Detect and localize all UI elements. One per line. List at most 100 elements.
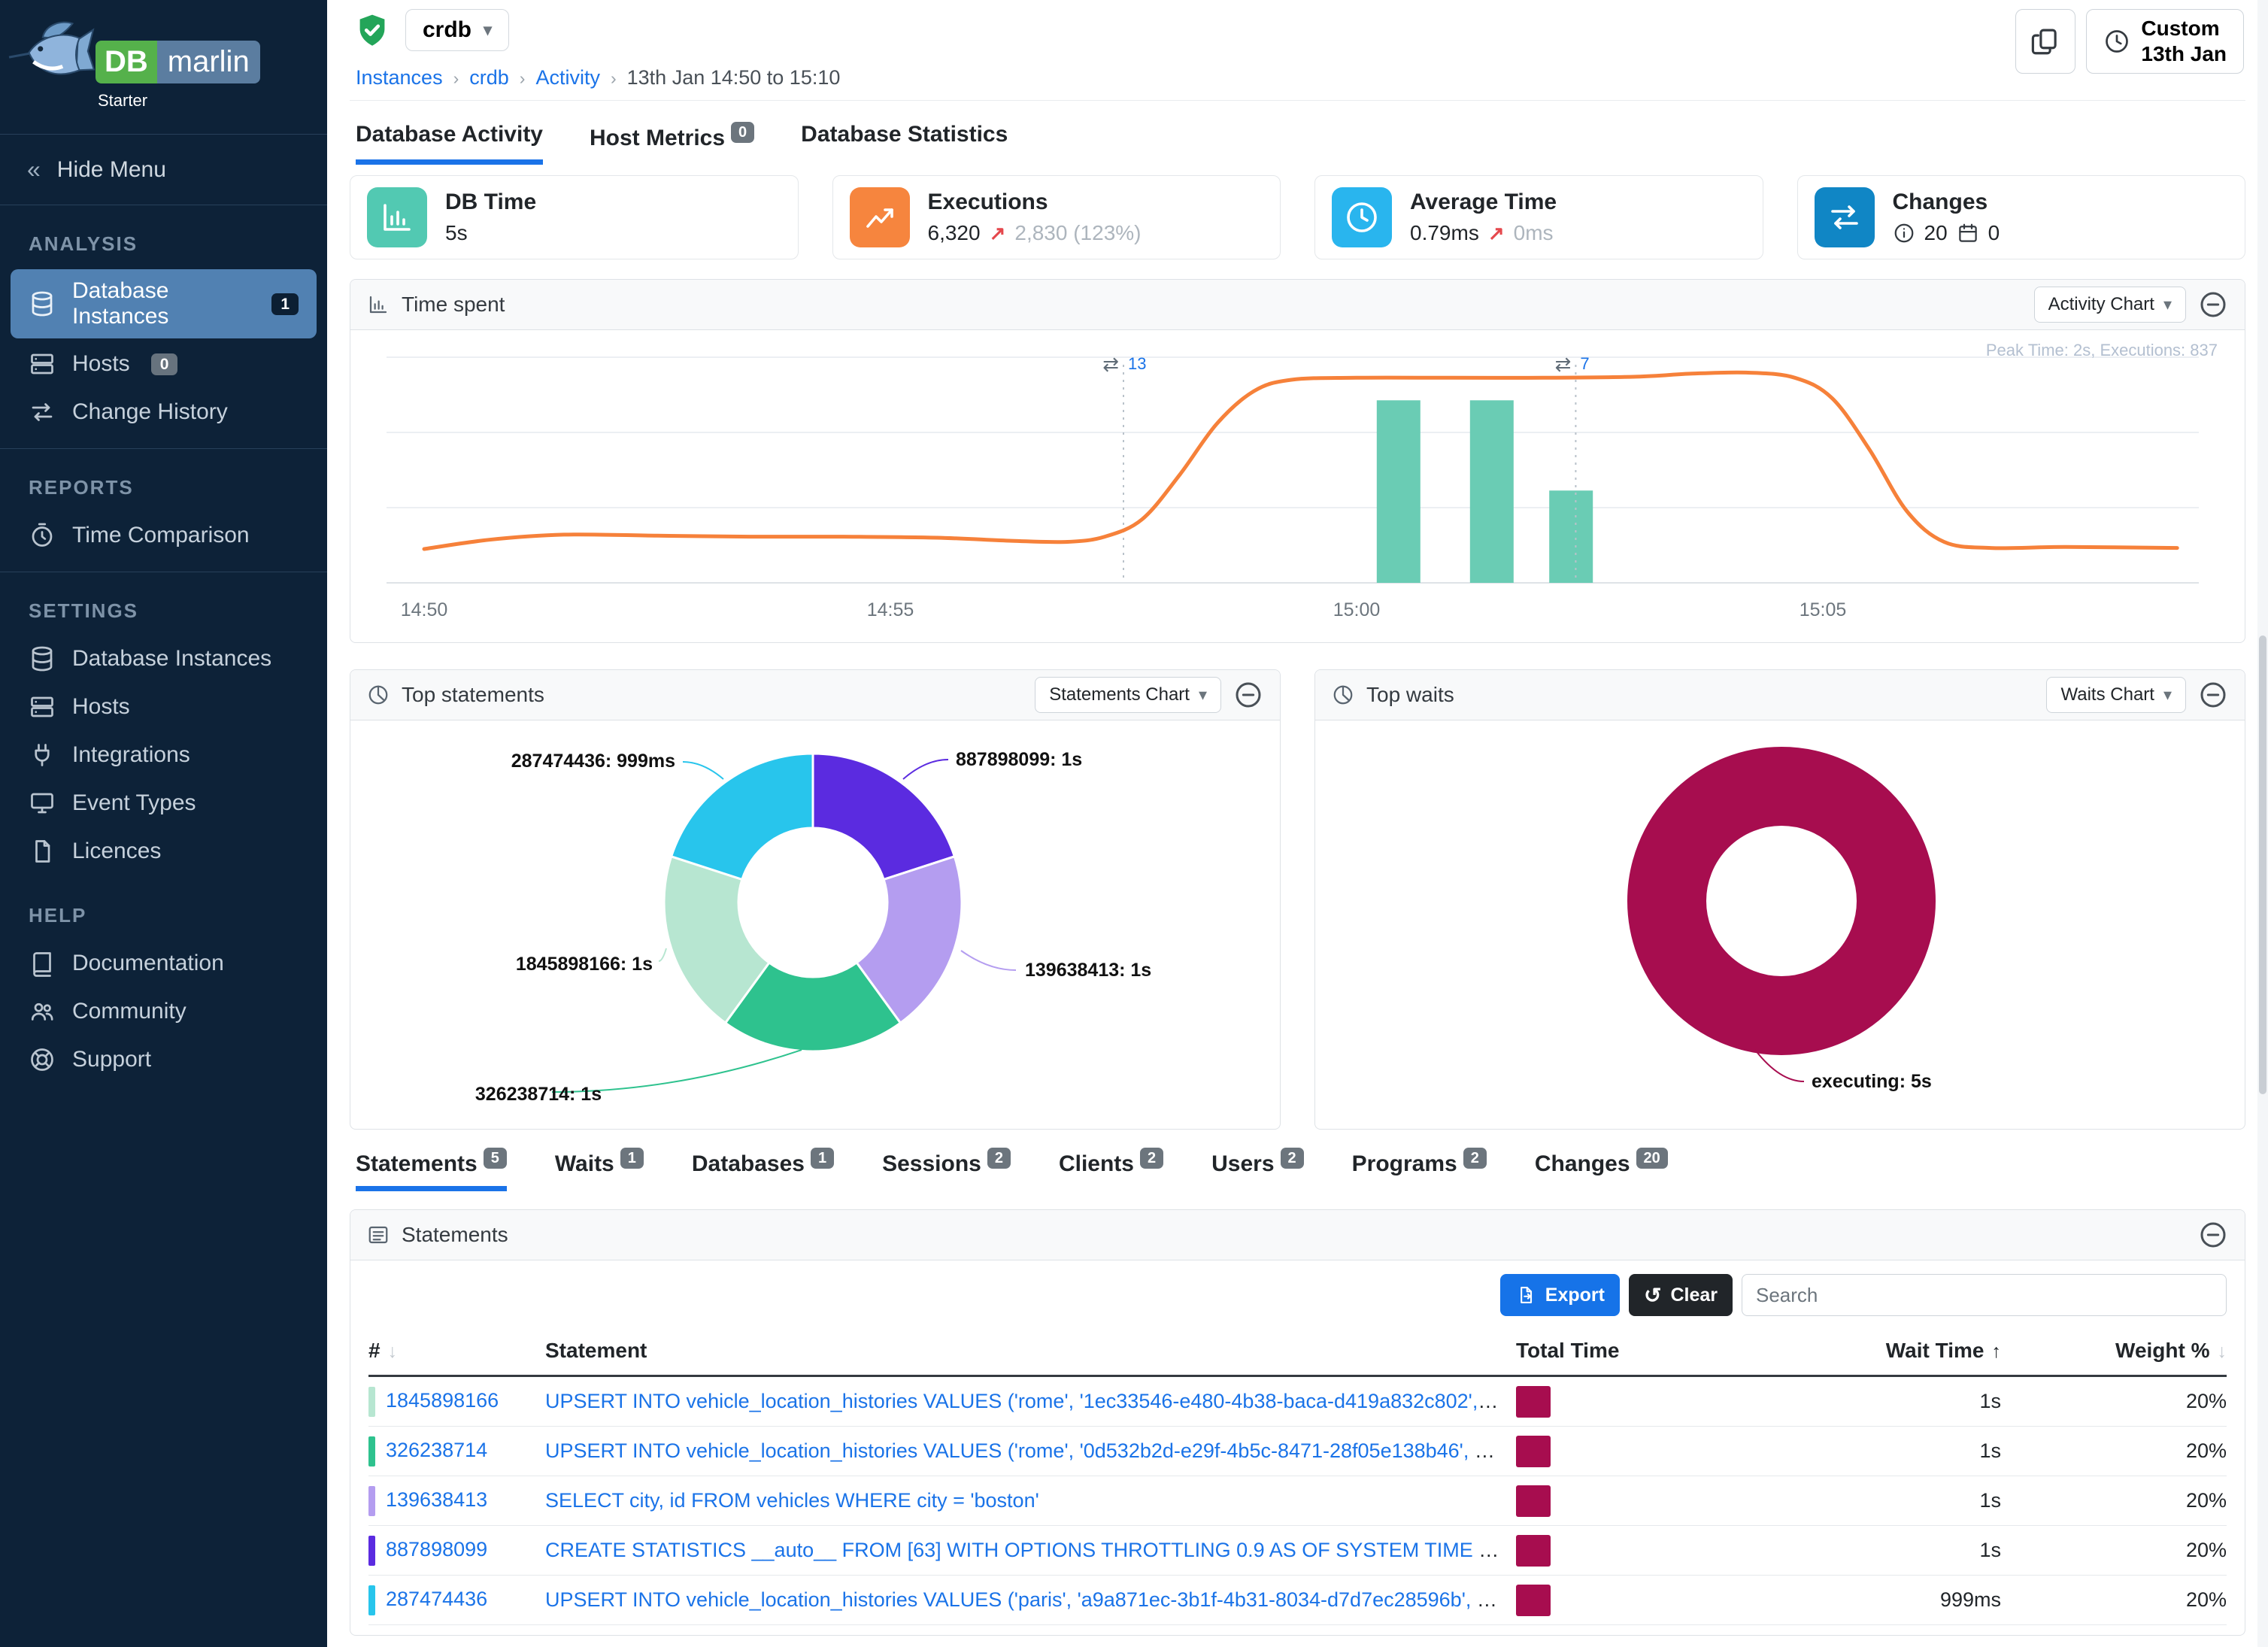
- kpi-main-value: 0.79ms: [1410, 221, 1479, 245]
- cell-weight: 20%: [2001, 1588, 2227, 1612]
- copy-link-button[interactable]: [2015, 9, 2075, 74]
- sidebar: DB marlin Starter « Hide Menu ANALYSISDa…: [0, 0, 327, 1647]
- kpi-value: 6,320↗2,830 (123%): [928, 221, 1142, 245]
- statement-id-link[interactable]: 326238714: [386, 1439, 487, 1461]
- top-waits-donut[interactable]: executing: 5s: [1315, 720, 2245, 1127]
- col-wait-time[interactable]: Wait Time↑: [1809, 1339, 2001, 1363]
- collapse-icon[interactable]: [2198, 1220, 2228, 1250]
- detail-tab-waits[interactable]: Waits1: [555, 1148, 644, 1191]
- sidebar-item-reports-time-comparison[interactable]: Time Comparison: [11, 513, 317, 558]
- search-input[interactable]: [1742, 1274, 2227, 1316]
- statements-table-title: Statements: [402, 1223, 508, 1247]
- kpi-changes: Changes200: [1797, 175, 2246, 259]
- sidebar-item-analysis-database-instances[interactable]: Database Instances1: [11, 269, 317, 338]
- statement-text-link[interactable]: CREATE STATISTICS __auto__ FROM [63] WIT…: [545, 1539, 1516, 1561]
- sidebar-item-label: Support: [72, 1047, 151, 1072]
- detail-tab-statements[interactable]: Statements5: [356, 1148, 507, 1191]
- bars-icon: [367, 187, 427, 247]
- waits-chart-dropdown[interactable]: Waits Chart ▾: [2046, 677, 2186, 713]
- kpi-title: DB Time: [445, 190, 536, 215]
- cell-wait-time: 1s: [1809, 1489, 2001, 1512]
- tab-database-activity[interactable]: Database Activity: [356, 122, 543, 165]
- sidebar-item-settings-licences[interactable]: Licences: [11, 829, 317, 874]
- detail-tab-changes[interactable]: Changes20: [1535, 1148, 1668, 1191]
- col-weight[interactable]: Weight %↓: [2001, 1339, 2227, 1363]
- scrollbar-thumb[interactable]: [2259, 635, 2266, 1094]
- trend-up-icon: ↗: [990, 222, 1006, 245]
- swap-icon: [29, 399, 56, 426]
- breadcrumb: Instances›crdb›Activity›13th Jan 14:50 t…: [356, 66, 840, 89]
- statement-color-chip: [368, 1585, 375, 1615]
- sidebar-item-label: Licences: [72, 839, 161, 864]
- instance-selector[interactable]: crdb ▾: [405, 9, 509, 51]
- breadcrumb-link-crdb[interactable]: crdb: [469, 66, 509, 89]
- breadcrumb-link-activity[interactable]: Activity: [535, 66, 600, 89]
- svg-text:15:00: 15:00: [1333, 599, 1381, 620]
- export-button[interactable]: Export: [1500, 1274, 1620, 1316]
- sidebar-item-analysis-change-history[interactable]: Change History: [11, 390, 317, 435]
- activity-chart-dropdown[interactable]: Activity Chart ▾: [2034, 287, 2186, 323]
- statement-id-link[interactable]: 139638413: [386, 1488, 487, 1511]
- time-spent-chart[interactable]: ⇄13⇄714:5014:5515:0015:05: [364, 335, 2214, 635]
- sort-icon: ↓: [2218, 1341, 2227, 1362]
- col-id[interactable]: #↓: [368, 1339, 545, 1363]
- sidebar-item-settings-hosts[interactable]: Hosts: [11, 684, 317, 729]
- statement-text-link[interactable]: UPSERT INTO vehicle_location_histories V…: [545, 1439, 1516, 1462]
- detail-tab-users[interactable]: Users2: [1211, 1148, 1304, 1191]
- tab-label: Host Metrics: [590, 126, 725, 150]
- hide-menu-label: Hide Menu: [57, 157, 166, 183]
- collapse-icon[interactable]: [2198, 680, 2228, 710]
- sidebar-item-help-documentation[interactable]: Documentation: [11, 941, 317, 986]
- total-time-bar: [1516, 1436, 1551, 1467]
- detail-tab-programs[interactable]: Programs2: [1352, 1148, 1487, 1191]
- detail-tab-badge: 2: [987, 1148, 1011, 1169]
- time-range-button[interactable]: Custom 13th Jan: [2086, 9, 2244, 74]
- breadcrumb-link-instances[interactable]: Instances: [356, 66, 443, 89]
- tab-badge: 0: [731, 122, 754, 143]
- sidebar-item-help-community[interactable]: Community: [11, 989, 317, 1034]
- bar-chart-icon: [367, 293, 390, 316]
- licence-icon: [29, 838, 56, 865]
- detail-tab-clients[interactable]: Clients2: [1059, 1148, 1163, 1191]
- edition-label: Starter: [98, 91, 147, 111]
- statement-id-link[interactable]: 287474436: [386, 1588, 487, 1610]
- hide-menu-button[interactable]: « Hide Menu: [0, 135, 327, 205]
- clear-button[interactable]: ↺ Clear: [1629, 1274, 1733, 1316]
- cell-total-time: [1516, 1585, 1809, 1616]
- svg-text:7: 7: [1580, 354, 1589, 373]
- statement-text-link[interactable]: SELECT city, id FROM vehicles WHERE city…: [545, 1489, 1039, 1512]
- activity-chart-label: Activity Chart: [2048, 294, 2154, 315]
- detail-tab-badge: 2: [1140, 1148, 1163, 1169]
- collapse-icon[interactable]: [1233, 680, 1263, 710]
- sidebar-item-analysis-hosts[interactable]: Hosts0: [11, 341, 317, 387]
- top-statements-donut[interactable]: 887898099: 1s139638413: 1s326238714: 1s1…: [350, 720, 1281, 1127]
- total-time-bar: [1516, 1585, 1551, 1616]
- statement-color-chip: [368, 1486, 375, 1516]
- statement-text-link[interactable]: UPSERT INTO vehicle_location_histories V…: [545, 1390, 1516, 1412]
- detail-tab-sessions[interactable]: Sessions2: [882, 1148, 1011, 1191]
- statement-id-link[interactable]: 887898099: [386, 1538, 487, 1561]
- statement-id-link[interactable]: 1845898166: [386, 1389, 499, 1412]
- sidebar-item-settings-integrations[interactable]: Integrations: [11, 733, 317, 778]
- total-time-bar: [1516, 1535, 1551, 1567]
- collapse-icon[interactable]: [2198, 290, 2228, 320]
- cell-total-time: [1516, 1436, 1809, 1467]
- statement-color-chip: [368, 1387, 375, 1417]
- detail-tab-badge: 2: [1463, 1148, 1487, 1169]
- trend-icon: [850, 187, 910, 247]
- statements-chart-dropdown[interactable]: Statements Chart ▾: [1035, 677, 1221, 713]
- page-scrollbar[interactable]: [2257, 0, 2268, 1647]
- sidebar-item-settings-event-types[interactable]: Event Types: [11, 781, 317, 826]
- waits-chart-label: Waits Chart: [2060, 684, 2154, 705]
- col-statement[interactable]: Statement: [545, 1339, 1516, 1363]
- tab-host-metrics[interactable]: Host Metrics 0: [590, 122, 754, 165]
- col-total-time[interactable]: Total Time: [1516, 1339, 1809, 1363]
- cell-statement: UPSERT INTO vehicle_location_histories V…: [545, 1390, 1516, 1413]
- tab-database-statistics[interactable]: Database Statistics: [801, 122, 1008, 165]
- sidebar-item-help-support[interactable]: Support: [11, 1037, 317, 1082]
- detail-tab-databases[interactable]: Databases1: [692, 1148, 834, 1191]
- kpi-db-time: DB Time5s: [350, 175, 799, 259]
- statement-text-link[interactable]: UPSERT INTO vehicle_location_histories V…: [545, 1588, 1516, 1611]
- sidebar-item-settings-database-instances[interactable]: Database Instances: [11, 636, 317, 681]
- brand-wordmark: DB marlin: [96, 41, 260, 83]
